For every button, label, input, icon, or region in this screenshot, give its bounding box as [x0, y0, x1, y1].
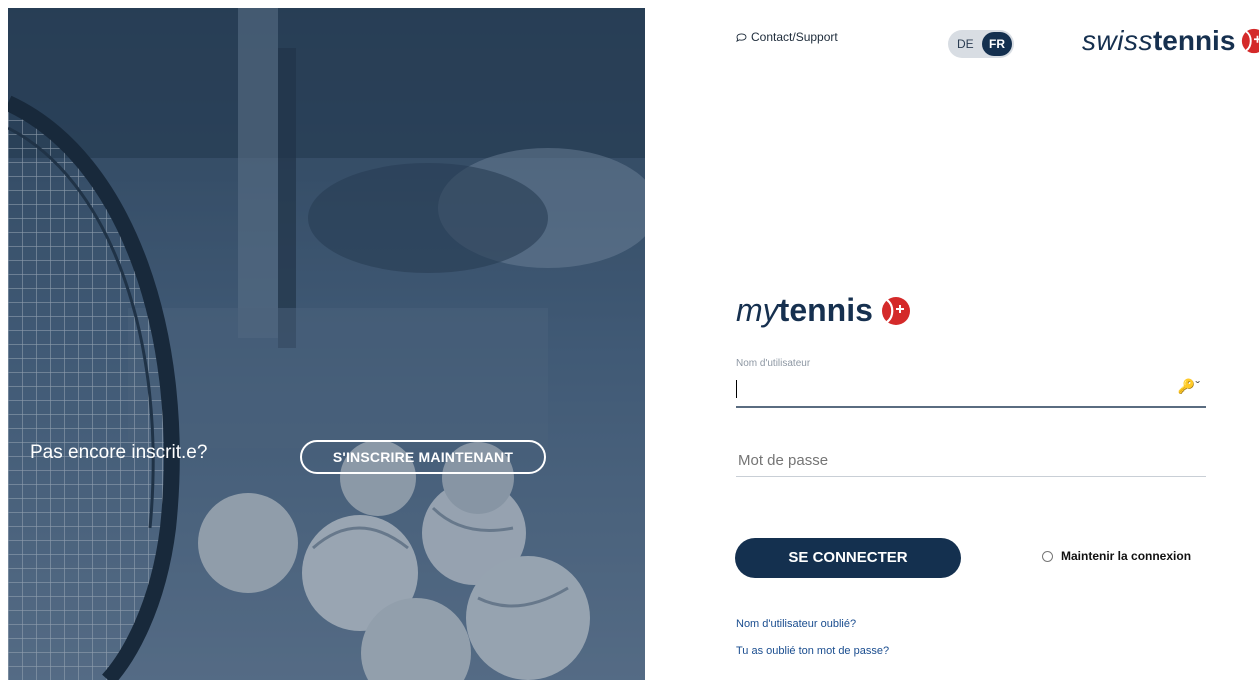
username-input[interactable] [736, 376, 1170, 404]
app-logo-my-text: my [736, 292, 779, 328]
lang-de-option[interactable]: DE [957, 30, 974, 58]
brand-tennis-text: tennis [1152, 25, 1236, 56]
tennis-ball-icon [1242, 28, 1259, 54]
tennis-ball-icon [881, 296, 910, 325]
swisstennis-logo[interactable]: swiss tennis [1082, 24, 1259, 58]
brand-swiss-text: swiss [1082, 25, 1153, 56]
username-field: Nom d'utilisateur 🔑ˇ [736, 358, 1206, 408]
language-switcher: DE FR [948, 30, 1014, 58]
chat-bubble-icon [736, 32, 747, 42]
username-label: Nom d'utilisateur [736, 358, 811, 369]
hero-panel: Pas encore inscrit.e? S'INSCRIRE MAINTEN… [8, 8, 645, 680]
remember-me-option[interactable]: Maintenir la connexion [1042, 549, 1191, 563]
remember-me-label: Maintenir la connexion [1061, 549, 1192, 563]
remember-me-checkbox[interactable] [1042, 550, 1053, 562]
password-field [736, 446, 1210, 477]
forgot-password-link[interactable]: Tu as oublié ton mot de passe? [736, 645, 889, 657]
mytennis-logo: my tennis [736, 292, 911, 329]
contact-support-label: Contact/Support [751, 30, 838, 44]
contact-support-link[interactable]: Contact/Support [736, 30, 838, 44]
text-caret [736, 380, 737, 398]
lang-fr-option[interactable]: FR [982, 32, 1012, 56]
key-icon[interactable]: 🔑ˇ [1178, 378, 1200, 395]
password-input[interactable] [736, 446, 1210, 474]
signup-button[interactable]: S'INSCRIRE MAINTENANT [300, 440, 546, 474]
hero-background-image [8, 8, 645, 680]
signup-prompt: Pas encore inscrit.e? [30, 442, 208, 463]
signup-cta: Pas encore inscrit.e? S'INSCRIRE MAINTEN… [8, 438, 645, 482]
forgot-username-link[interactable]: Nom d'utilisateur oublié? [736, 618, 856, 630]
app-logo-tennis-text: tennis [778, 292, 873, 328]
login-button[interactable]: SE CONNECTER [735, 538, 961, 578]
